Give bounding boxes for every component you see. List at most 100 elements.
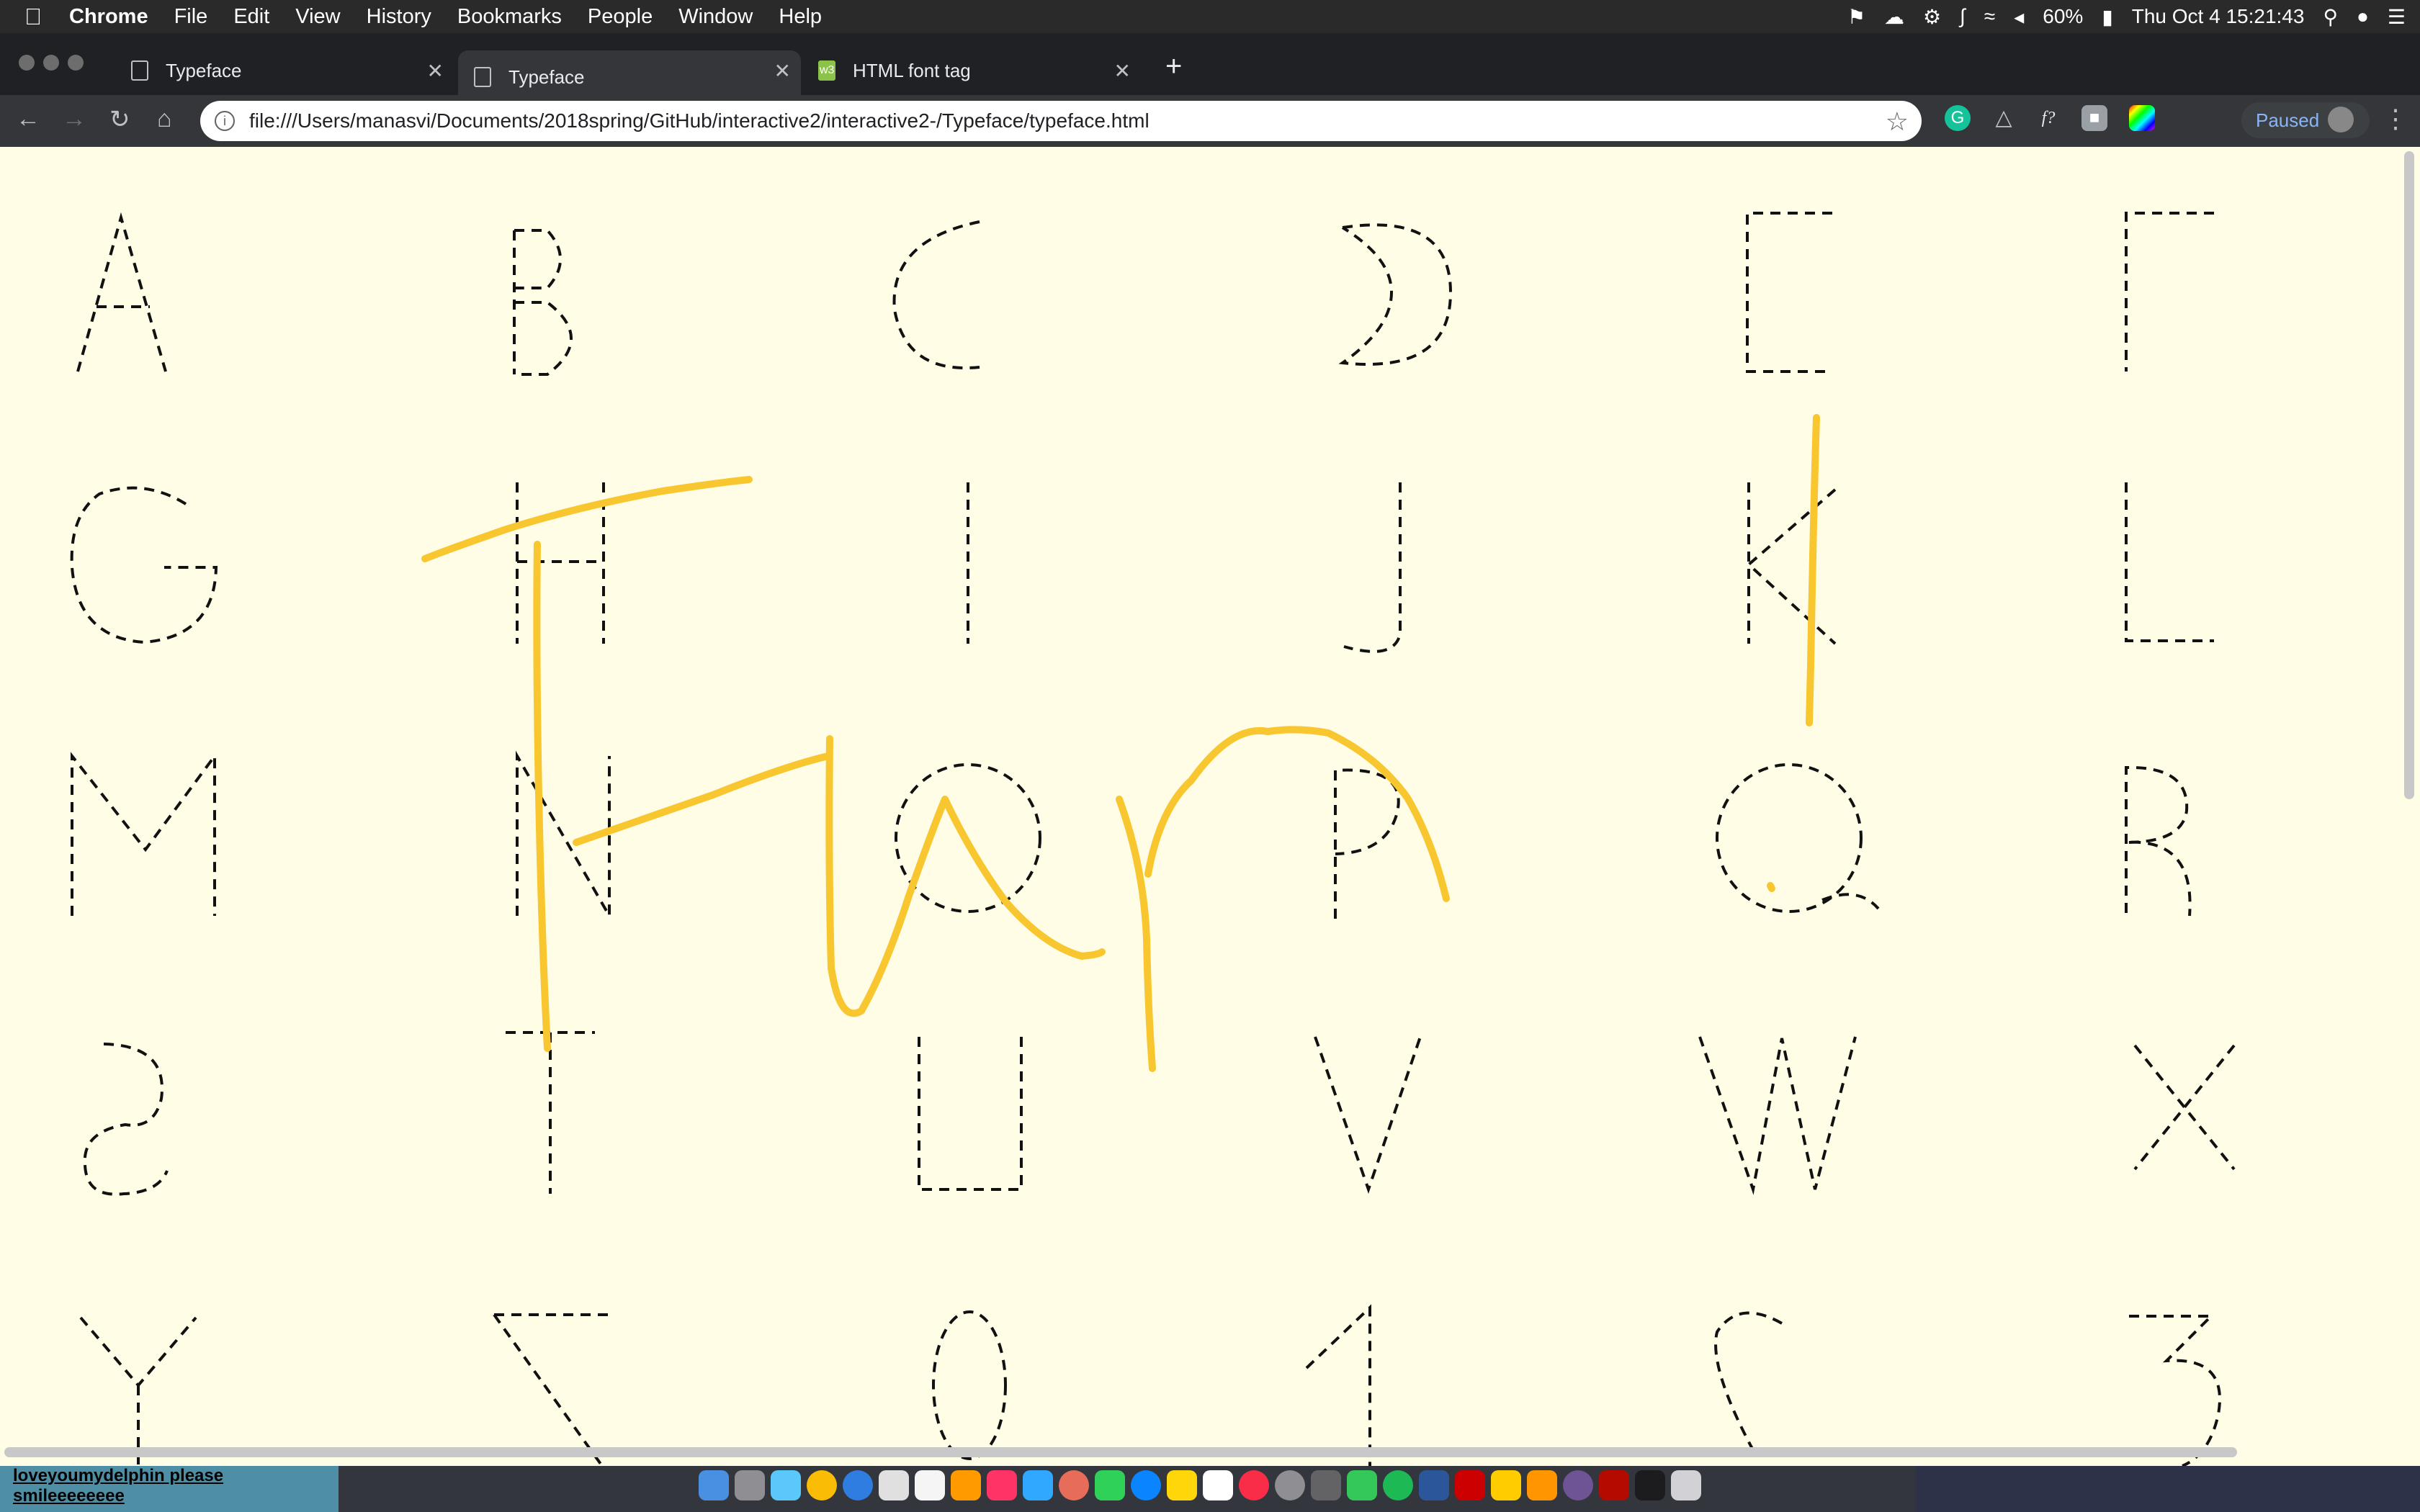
menu-file[interactable]: File [174,5,208,29]
siri-icon[interactable]: ● [2357,5,2369,28]
stickies-icon[interactable] [1167,1470,1197,1500]
colorpicker-icon[interactable] [2129,105,2155,131]
launchpad-icon[interactable] [735,1470,765,1500]
glyph-E [1746,212,1832,373]
battery-percent: 60% [2043,5,2084,27]
dock-area: loveyoumydelphin please smileeeeeeee [0,1466,2420,1512]
illustrator-icon[interactable] [951,1470,981,1500]
dock [699,1470,1701,1500]
vertical-scrollbar[interactable] [2404,151,2414,799]
wallpaper-right [1916,1466,2420,1512]
mail-icon[interactable] [879,1470,909,1500]
close-icon[interactable]: ✕ [427,59,444,83]
reload-icon[interactable]: ↻ [109,105,130,134]
new-tab-icon[interactable]: + [1165,50,1182,83]
window-close-button[interactable] [19,55,35,71]
glyph-1 [1305,1304,1371,1466]
close-icon[interactable]: ✕ [774,59,791,83]
tab-title: HTML font tag [853,59,971,81]
finder-icon[interactable] [699,1470,729,1500]
horizontal-scrollbar[interactable] [4,1447,2237,1457]
glyph-G [70,486,218,644]
window-zoom-button[interactable] [68,55,84,71]
glyph-A [76,212,167,372]
photoshop-icon[interactable] [1023,1470,1053,1500]
glyph-T [506,1031,595,1194]
tab-typeface-1[interactable]: Typeface ✕ [115,50,454,91]
menu-history[interactable]: History [367,5,431,29]
safari-icon[interactable] [843,1470,873,1500]
chrome-icon[interactable] [807,1470,837,1500]
acrobat-icon[interactable] [1455,1470,1485,1500]
glyph-B [513,229,573,376]
wifi-icon[interactable]: ≈ [1984,5,1995,28]
downloads-icon[interactable] [1635,1470,1665,1500]
control-center-icon[interactable]: ☰ [2388,5,2406,29]
menu-edit[interactable]: Edit [233,5,269,29]
menu-bookmarks[interactable]: Bookmarks [457,5,562,29]
messages-icon[interactable] [1131,1470,1161,1500]
menu-app-chrome[interactable]: Chrome [69,5,148,29]
facetime-icon[interactable] [1095,1470,1125,1500]
menu-help[interactable]: Help [779,5,822,29]
stickies-app-icon[interactable] [1491,1470,1521,1500]
creative-cloud-icon[interactable]: ☁ [1884,5,1904,29]
glyph-Z [493,1313,608,1466]
extension-fx[interactable]: f? [2035,105,2061,131]
help-icon[interactable] [1311,1470,1341,1500]
tab-html-font-tag[interactable]: w3 HTML font tag ✕ [802,50,1141,91]
search-icon[interactable]: ⚲ [2323,5,2338,29]
glyph-K [1746,482,1837,645]
trash-icon[interactable] [1671,1470,1701,1500]
extension-icon[interactable]: ■ [2081,105,2107,131]
info-icon[interactable]: i [215,111,235,131]
sync-icon[interactable]: ⚙ [1923,5,1941,29]
sublime-icon[interactable] [1527,1470,1557,1500]
glyph-Q [1716,763,1880,913]
maps-icon[interactable] [1347,1470,1377,1500]
menu-window[interactable]: Window [678,5,753,29]
word-icon[interactable] [1419,1470,1449,1500]
close-icon[interactable]: ✕ [1114,59,1131,83]
page-content [0,147,2420,1466]
avatar[interactable] [2328,107,2354,132]
drive-icon[interactable]: △ [1991,105,2017,131]
back-icon[interactable]: ← [16,105,40,133]
kebab-icon[interactable]: ⋮ [2383,104,2408,134]
volume-icon[interactable]: ◂ [2014,5,2024,29]
page-icon [474,67,491,87]
photos-icon[interactable] [771,1470,801,1500]
itunes-icon[interactable] [1239,1470,1269,1500]
notes-icon[interactable] [915,1470,945,1500]
glyph-Y [79,1316,197,1466]
desktop-sticky-note[interactable]: loveyoumydelphin please smileeeeeeee [13,1466,223,1506]
github-icon[interactable] [1563,1470,1593,1500]
glyph-X [2133,1044,2236,1171]
textedit-icon[interactable] [1203,1470,1233,1500]
acrobat-reader-icon[interactable] [1599,1470,1629,1500]
bluetooth-icon[interactable]: ∫ [1960,5,1966,28]
glyph-M [71,751,216,916]
glyph-P [1334,768,1400,919]
glyph-0 [932,1310,1007,1460]
glyph-2 [1714,1311,1783,1451]
spotify-icon[interactable] [1383,1470,1413,1500]
forward-icon[interactable]: → [62,105,86,133]
apple-icon[interactable]:  [24,4,56,30]
address-bar[interactable]: i file:///Users/manasvi/Documents/2018sp… [200,101,1922,141]
url-text[interactable]: file:///Users/manasvi/Documents/2018spri… [249,109,1150,132]
window-minimize-button[interactable] [43,55,59,71]
menu-people[interactable]: People [588,5,653,29]
photos-app-icon[interactable] [1059,1470,1089,1500]
battery-icon[interactable]: ▮ [2102,5,2112,29]
typeface-canvas [70,212,2236,1466]
clock[interactable]: Thu Oct 4 15:21:43 [2132,5,2305,28]
glyph-L [2125,482,2214,642]
star-icon[interactable]: ☆ [1886,107,1909,137]
home-icon[interactable]: ⌂ [157,105,172,133]
menu-view[interactable]: View [295,5,340,29]
system-preferences-icon[interactable] [1275,1470,1305,1500]
grammarly-icon[interactable]: G [1945,105,1971,131]
indesign-icon[interactable] [987,1470,1017,1500]
flag-icon[interactable]: ⚑ [1847,5,1865,29]
